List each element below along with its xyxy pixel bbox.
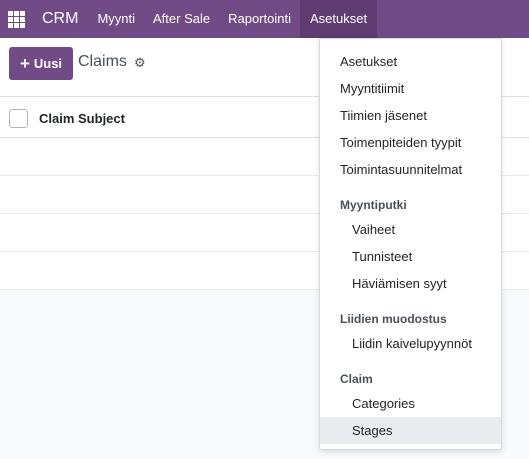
nav-raportointi[interactable]: Raportointi [219, 0, 300, 38]
column-header-claim-subject[interactable]: Claim Subject [39, 111, 125, 126]
menu-item-tiimien-jasenet[interactable]: Tiimien jäsenet [320, 102, 501, 129]
new-button[interactable]: + Uusi [9, 47, 73, 80]
menu-item-tunnisteet[interactable]: Tunnisteet [320, 243, 501, 270]
menu-item-haviamisen-syyt[interactable]: Häviämisen syyt [320, 270, 501, 297]
breadcrumb: Claims [78, 53, 127, 70]
nav-after-sale[interactable]: After Sale [144, 0, 219, 38]
new-button-label: Uusi [33, 56, 63, 71]
menu-item-categories[interactable]: Categories [320, 390, 501, 417]
menu-item-toimenpiteiden-tyypit[interactable]: Toimenpiteiden tyypit [320, 129, 501, 156]
menu-section-header: Liidien muodostus [340, 312, 447, 326]
menu-item-asetukset[interactable]: Asetukset [320, 48, 501, 75]
menu-section-header: Myyntiputki [340, 198, 407, 212]
gear-icon[interactable]: ⚙ [134, 55, 146, 71]
menu-item-toimintasuunnitelmat[interactable]: Toimintasuunnitelmat [320, 156, 501, 183]
menu-section-header: Claim [340, 372, 373, 386]
select-all-checkbox[interactable] [9, 109, 28, 128]
menu-item-stages[interactable]: Stages [320, 417, 501, 444]
plus-icon: + [19, 54, 30, 73]
nav-asetukset[interactable]: Asetukset [299, 0, 378, 38]
apps-grid-icon [7, 10, 25, 28]
app-brand[interactable]: CRM [32, 0, 88, 38]
top-navbar: CRM Myynti After Sale Raportointi Asetuk… [0, 0, 529, 38]
menu-item-vaiheet[interactable]: Vaiheet [320, 216, 501, 243]
menu-item-myyntitiimit[interactable]: Myyntitiimit [320, 75, 501, 102]
asetukset-dropdown-menu: Asetukset Myyntitiimit Tiimien jäsenet T… [319, 38, 502, 450]
menu-item-liidin-kaivelupyynnot[interactable]: Liidin kaivelupyynnöt [320, 330, 501, 357]
nav-myynti[interactable]: Myynti [88, 0, 144, 38]
apps-menu-button[interactable] [0, 0, 32, 38]
